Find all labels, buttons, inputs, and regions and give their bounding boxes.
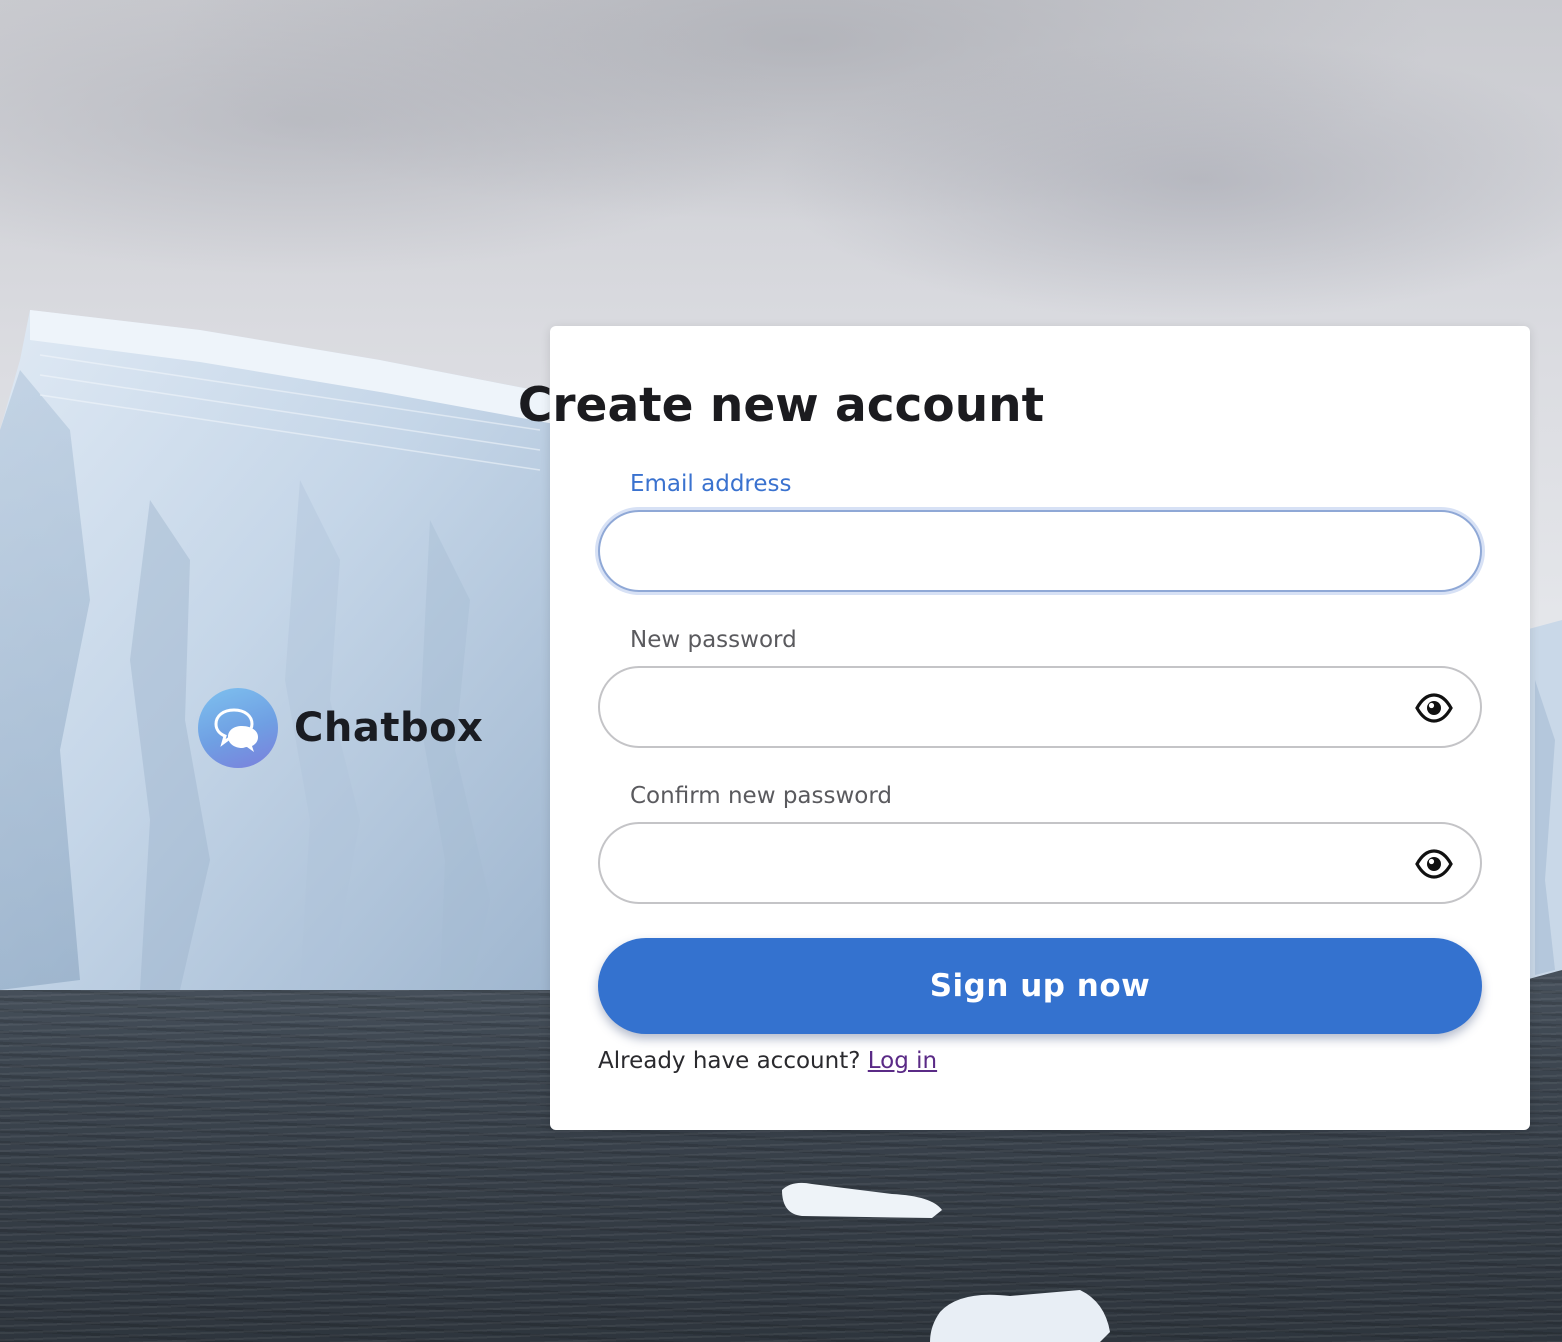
background-ice-floe (930, 1290, 1110, 1342)
page-title: Create new account (517, 378, 1045, 433)
eye-icon[interactable] (1414, 846, 1454, 882)
email-field[interactable] (630, 512, 1410, 590)
confirm-password-field[interactable] (630, 824, 1410, 902)
login-link[interactable]: Log in (868, 1048, 937, 1074)
brand-logo: Chatbox (198, 688, 483, 768)
login-prompt: Already have account? Log in (598, 1044, 937, 1078)
brand-name: Chatbox (294, 705, 484, 751)
background-ice-floe (782, 1182, 942, 1218)
login-prompt-text: Already have account? (598, 1048, 861, 1074)
eye-icon[interactable] (1414, 690, 1454, 726)
new-password-field[interactable] (630, 668, 1410, 746)
confirm-password-label: Confirm new password (630, 783, 893, 809)
chat-bubbles-icon (198, 688, 278, 768)
signup-page: Chatbox Create new account Email address… (0, 0, 1562, 1342)
email-field-container (598, 510, 1482, 592)
new-password-field-container (598, 666, 1482, 748)
confirm-password-field-container (598, 822, 1482, 904)
email-label: Email address (630, 471, 792, 497)
new-password-label: New password (630, 627, 797, 653)
background-iceberg-edge (1525, 620, 1562, 980)
sign-up-button[interactable]: Sign up now (598, 938, 1482, 1034)
